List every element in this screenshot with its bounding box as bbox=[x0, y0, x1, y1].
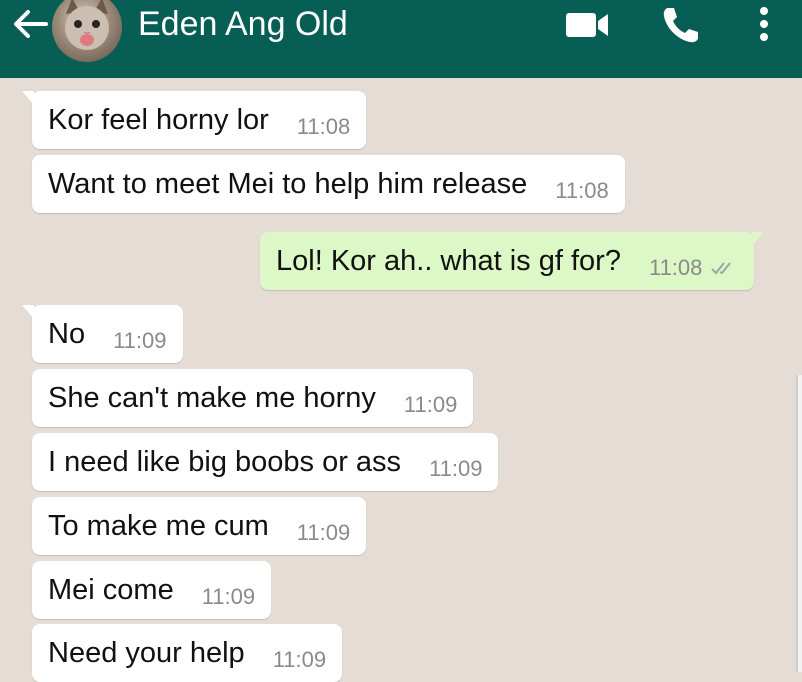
chat-header: Eden Ang Old bbox=[0, 0, 802, 78]
message-bubble[interactable]: I need like big boobs or ass 11:09 bbox=[32, 433, 499, 491]
message-text: Mei come bbox=[48, 573, 174, 606]
message-bubble[interactable]: Need your help 11:09 bbox=[32, 624, 343, 682]
double-check-icon bbox=[711, 262, 732, 275]
message-text: She can't make me horny bbox=[48, 381, 376, 414]
message-bubble[interactable]: She can't make me horny 11:09 bbox=[32, 369, 474, 427]
bubble-tail bbox=[22, 91, 34, 105]
avatar[interactable] bbox=[52, 0, 122, 62]
message-bubble[interactable]: To make me cum 11:09 bbox=[32, 497, 367, 555]
message-time: 11:08 bbox=[555, 178, 609, 203]
message-time: 11:09 bbox=[113, 328, 167, 353]
message-time: 11:09 bbox=[201, 584, 256, 609]
message-time: 11:09 bbox=[296, 520, 351, 545]
message-bubble[interactable]: Want to meet Mei to help him release 11:… bbox=[32, 155, 625, 213]
message-list[interactable]: Kor feel horny lor 11:08 Want to meet Me… bbox=[0, 78, 802, 682]
message-text: To make me cum bbox=[48, 509, 269, 542]
message-text: Lol! Kor ah.. what is gf for? bbox=[276, 244, 621, 277]
contact-name[interactable]: Eden Ang Old bbox=[138, 4, 348, 44]
back-arrow-icon[interactable] bbox=[10, 6, 50, 42]
message-text: Need your help bbox=[48, 636, 245, 669]
phone-icon[interactable] bbox=[660, 4, 702, 46]
message-bubble-outgoing[interactable]: Lol! Kor ah.. what is gf for? 11:08 bbox=[260, 232, 765, 290]
message-time: 11:08 bbox=[296, 114, 351, 139]
message-time: 11:09 bbox=[272, 647, 327, 672]
side-panel-edge bbox=[796, 375, 802, 672]
message-text: I need like big boobs or ass bbox=[48, 445, 402, 478]
message-text: No bbox=[48, 317, 86, 350]
message-time: 11:09 bbox=[429, 456, 483, 481]
bubble-tail bbox=[22, 305, 34, 319]
message-text: Want to meet Mei to help him release bbox=[48, 167, 528, 200]
more-icon[interactable] bbox=[756, 6, 772, 42]
message-bubble[interactable]: No 11:09 bbox=[22, 305, 183, 363]
message-time: 11:09 bbox=[403, 392, 458, 417]
message-time: 11:08 bbox=[648, 255, 703, 280]
cat-avatar-icon bbox=[65, 0, 109, 50]
message-bubble[interactable]: Mei come 11:09 bbox=[32, 561, 272, 619]
bubble-tail bbox=[752, 232, 765, 246]
message-text: Kor feel horny lor bbox=[48, 103, 269, 136]
message-bubble[interactable]: Kor feel horny lor 11:08 bbox=[22, 91, 367, 149]
video-call-icon[interactable] bbox=[564, 10, 610, 40]
